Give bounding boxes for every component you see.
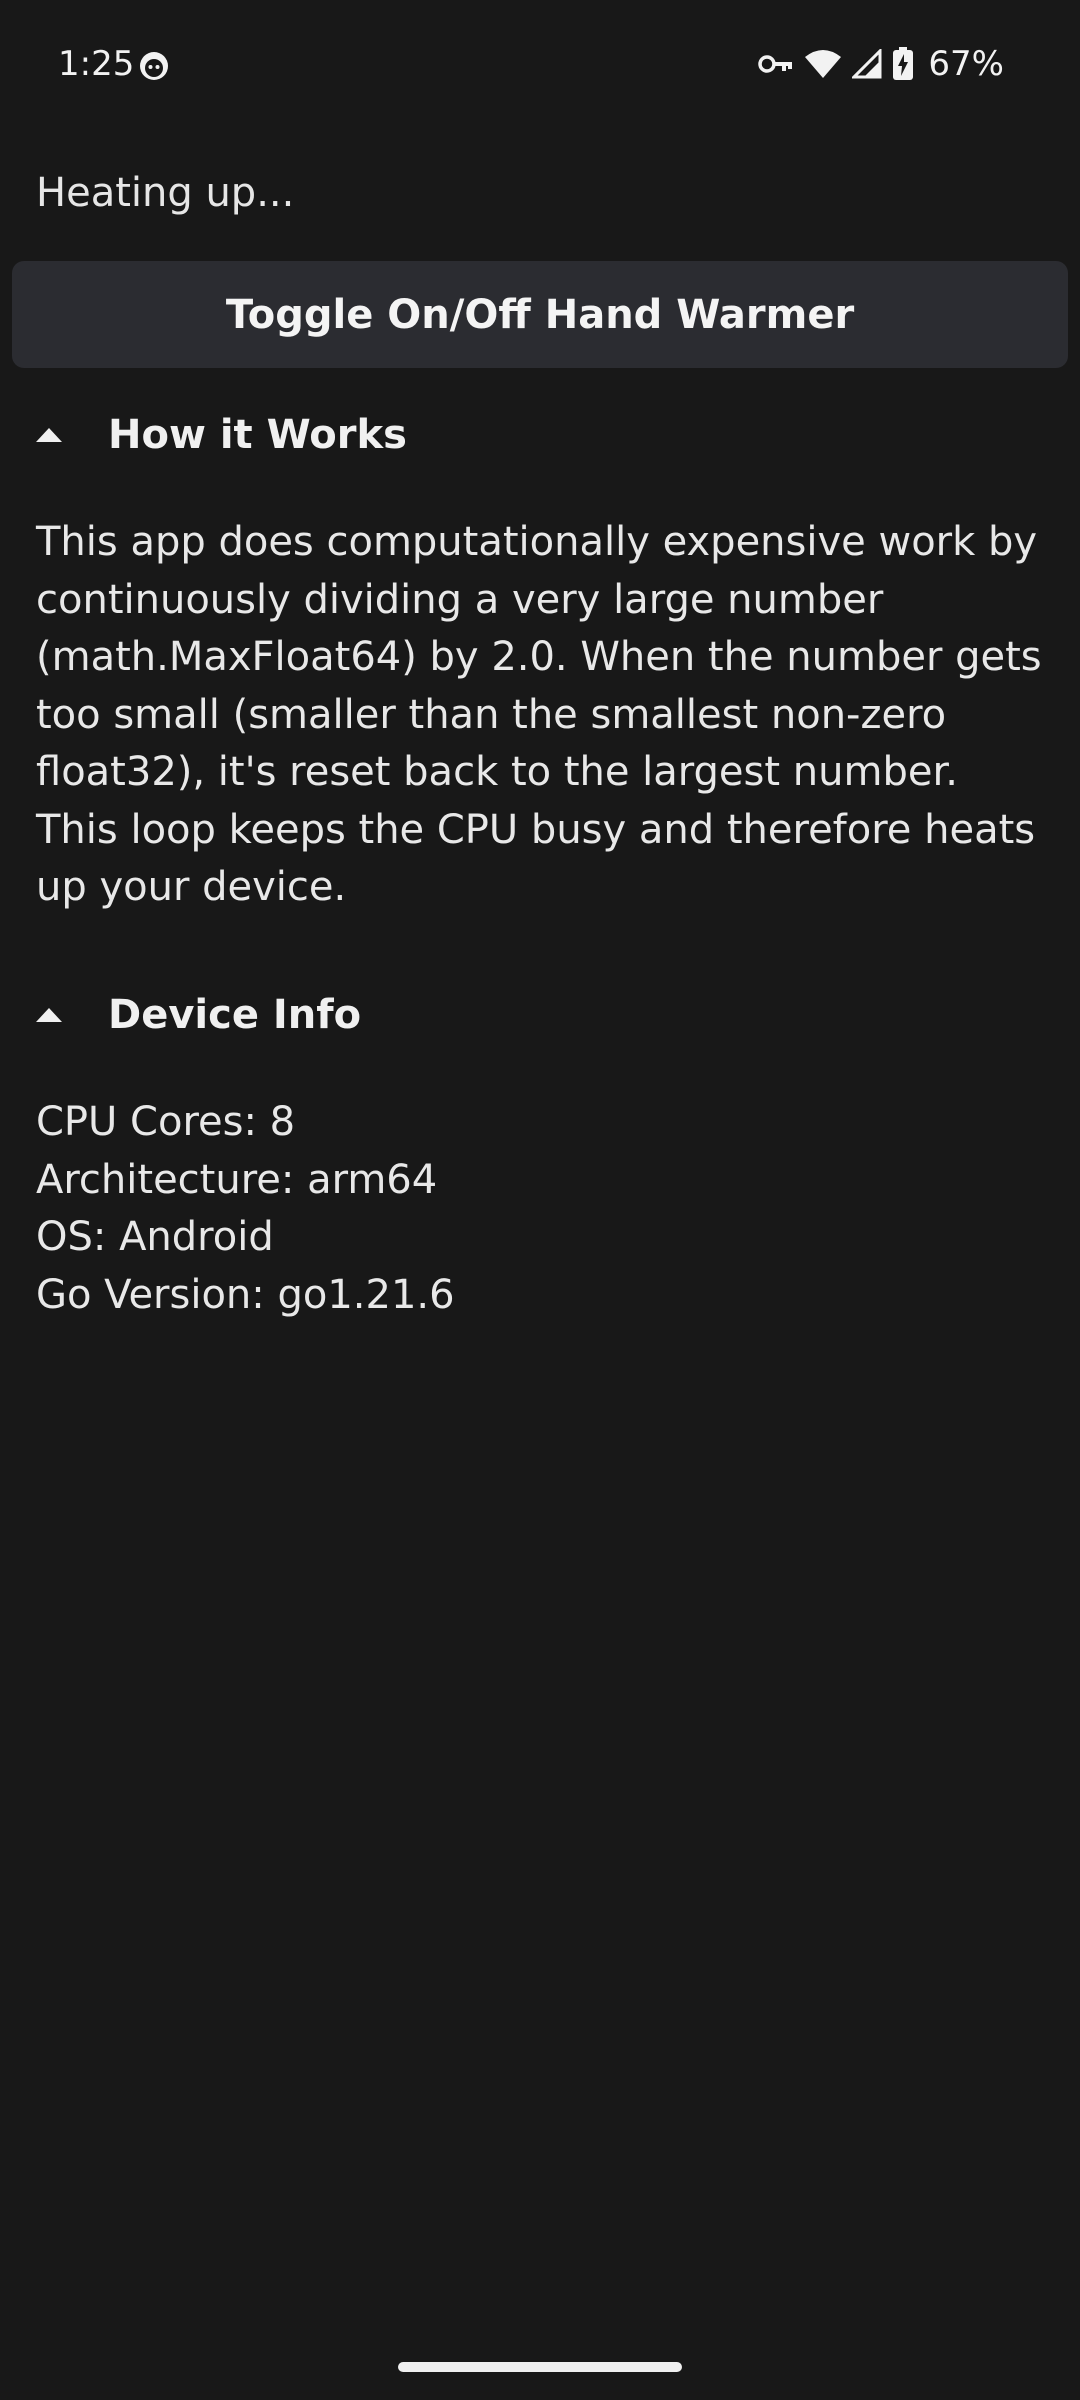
status-bar: 1:25 67% (0, 0, 1080, 130)
signal-icon (852, 49, 882, 79)
toggle-hand-warmer-button[interactable]: Toggle On/Off Hand Warmer (12, 261, 1068, 368)
cpu-cores-text: CPU Cores: 8 (36, 1099, 296, 1145)
status-icons: 67% (758, 44, 1004, 84)
how-it-works-header[interactable]: How it Works (36, 412, 407, 458)
battery-charging-icon (893, 47, 914, 80)
how-it-works-title: How it Works (108, 412, 407, 458)
wifi-icon (805, 50, 842, 78)
device-info-header[interactable]: Device Info (36, 992, 361, 1038)
device-info-title: Device Info (108, 992, 362, 1038)
home-indicator[interactable] (398, 2362, 682, 2372)
how-it-works-body: This app does computationally expensive … (36, 519, 1042, 910)
warmer-status-text: Heating up... (36, 170, 295, 216)
face-icon (140, 52, 168, 80)
status-time: 1:25 (58, 44, 135, 84)
caret-up-icon (36, 415, 94, 455)
os-text: OS: Android (36, 1214, 274, 1260)
go-version-text: Go Version: go1.21.6 (36, 1271, 455, 1318)
vpn-key-icon (758, 55, 793, 73)
battery-percent: 67% (928, 44, 1004, 84)
device-info-body: CPU Cores: 8 Architecture: arm64 OS: And… (36, 1094, 1046, 1324)
caret-up-icon (36, 995, 94, 1035)
architecture-text: Architecture: arm64 (36, 1156, 438, 1203)
